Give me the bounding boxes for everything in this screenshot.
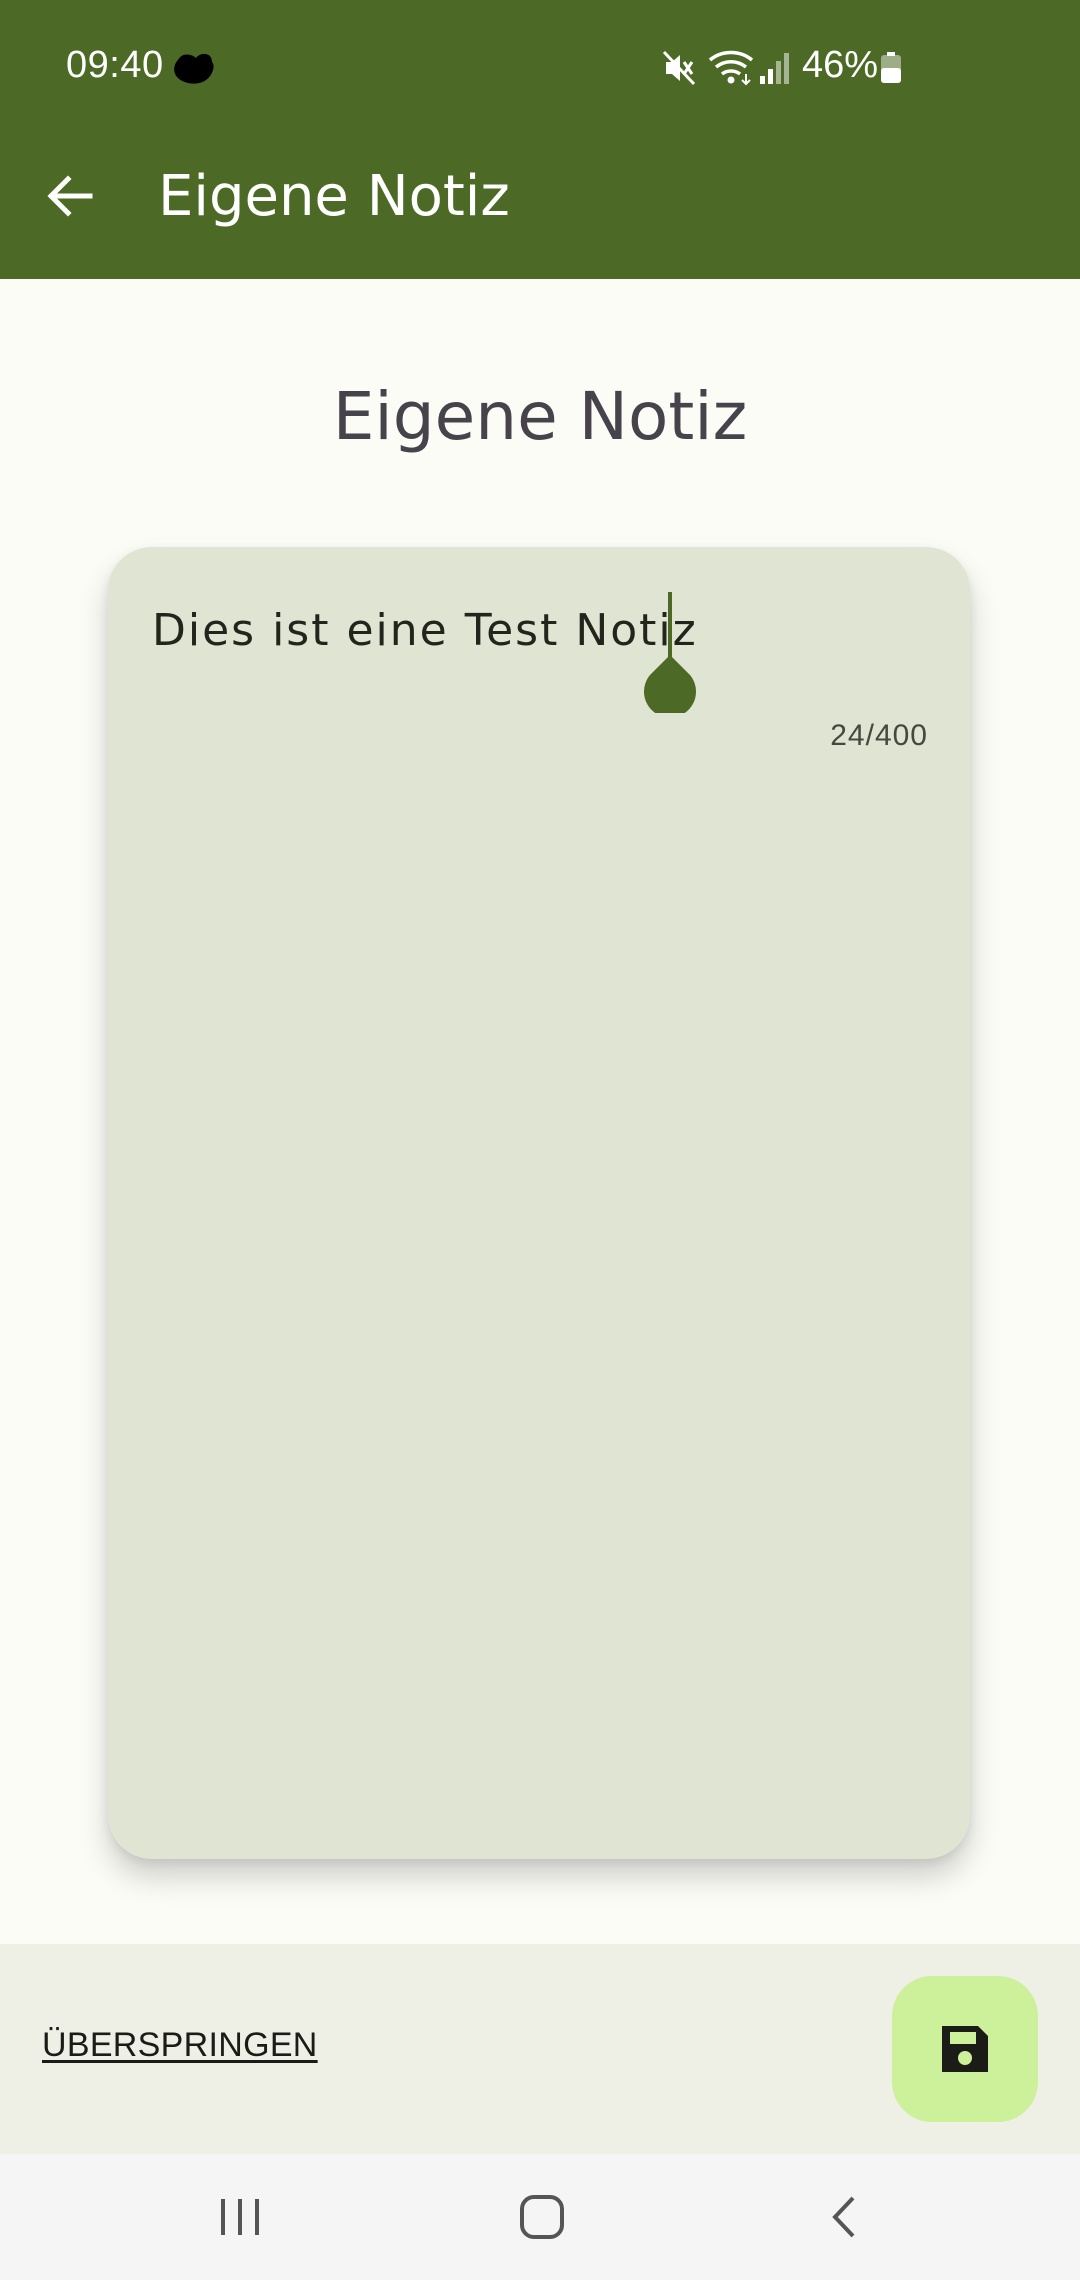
system-nav-bar — [0, 2154, 1080, 2280]
recent-apps-icon — [221, 2199, 259, 2235]
top-bar: 09:40 46% Eigene Notiz — [0, 0, 1080, 279]
skip-button[interactable]: ÜBERSPRINGEN — [42, 2026, 318, 2065]
app-bar: Eigene Notiz — [0, 134, 1080, 279]
recent-apps-button[interactable] — [200, 2182, 280, 2252]
battery-icon — [881, 52, 901, 83]
signal-icon — [760, 53, 789, 84]
page-title: Eigene Notiz — [332, 378, 748, 455]
character-counter: 24/400 — [830, 719, 928, 752]
text-cursor — [668, 592, 672, 662]
nav-back-button[interactable] — [804, 2182, 884, 2252]
arrow-back-icon — [47, 175, 93, 217]
back-icon — [832, 2196, 855, 2238]
notification-icon — [174, 53, 214, 84]
back-button[interactable] — [30, 156, 110, 236]
wifi-icon — [708, 50, 754, 86]
bottom-action-bar: ÜBERSPRINGEN — [0, 1944, 1080, 2154]
status-bar: 09:40 46% — [0, 0, 1080, 134]
app-title: Eigene Notiz — [158, 164, 510, 229]
battery-percent: 46% — [802, 44, 879, 86]
save-button[interactable] — [892, 1976, 1038, 2122]
home-button[interactable] — [502, 2182, 582, 2252]
save-floppy-icon — [942, 2026, 988, 2072]
note-textarea[interactable]: Dies ist eine Test Notiz 24/400 — [108, 547, 970, 1859]
home-icon — [520, 2195, 564, 2239]
cursor-handle-icon[interactable] — [644, 655, 696, 713]
mute-icon — [662, 50, 696, 86]
note-text[interactable]: Dies ist eine Test Notiz — [152, 605, 698, 656]
status-time: 09:40 — [66, 44, 164, 86]
